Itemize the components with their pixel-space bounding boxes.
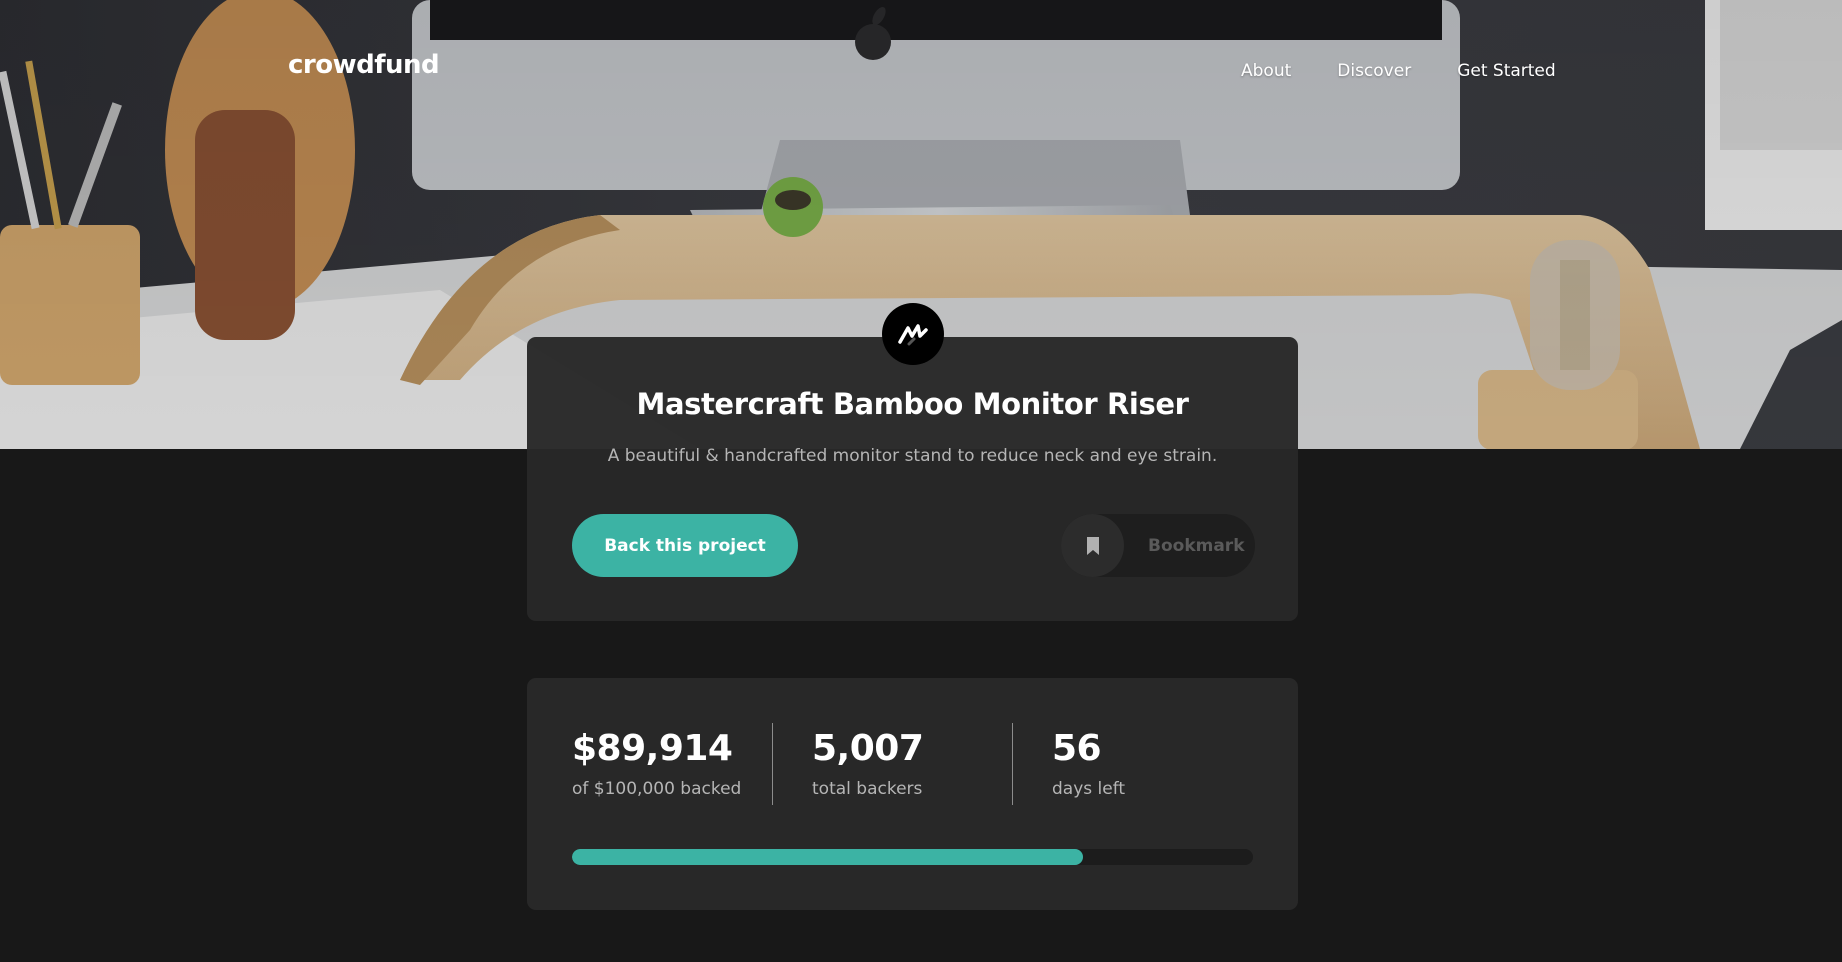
bookmark-button[interactable]: Bookmark: [1061, 514, 1255, 577]
bookmark-label: Bookmark: [1148, 535, 1245, 556]
bookmark-icon-circle: [1061, 514, 1124, 577]
nav-about-link[interactable]: About: [1241, 61, 1291, 81]
backers-count: 5,007: [812, 728, 924, 769]
funding-progress-fill: [572, 849, 1083, 865]
back-project-button[interactable]: Back this project: [572, 514, 798, 577]
stat-backers: 5,007 total backers: [812, 728, 924, 799]
stats-card: $89,914 of $100,000 backed 5,007 total b…: [527, 678, 1298, 910]
main-nav: About Discover Get Started: [1241, 61, 1556, 81]
nav-get-started-link[interactable]: Get Started: [1457, 61, 1555, 81]
bookmark-icon: [1086, 536, 1099, 555]
mastercraft-logo-icon: [882, 303, 944, 365]
project-card: Mastercraft Bamboo Monitor Riser A beaut…: [527, 337, 1298, 621]
stat-backed: $89,914 of $100,000 backed: [572, 728, 741, 799]
stat-divider: [772, 723, 773, 805]
page: crowdfund About Discover Get Started Mas…: [0, 0, 1842, 962]
days-count: 56: [1052, 728, 1102, 769]
backers-label: total backers: [812, 779, 923, 799]
stat-divider: [1012, 723, 1013, 805]
project-description: A beautiful & handcrafted monitor stand …: [607, 446, 1218, 466]
project-title: Mastercraft Bamboo Monitor Riser: [636, 387, 1189, 421]
stat-days: 56 days left: [1052, 728, 1125, 799]
days-label: days left: [1052, 779, 1126, 799]
backed-label: of $100,000 backed: [572, 779, 742, 799]
funding-progress-bar: [572, 849, 1253, 865]
site-logo[interactable]: crowdfund: [288, 50, 440, 80]
nav-discover-link[interactable]: Discover: [1337, 61, 1411, 81]
backed-amount: $89,914: [572, 728, 733, 769]
